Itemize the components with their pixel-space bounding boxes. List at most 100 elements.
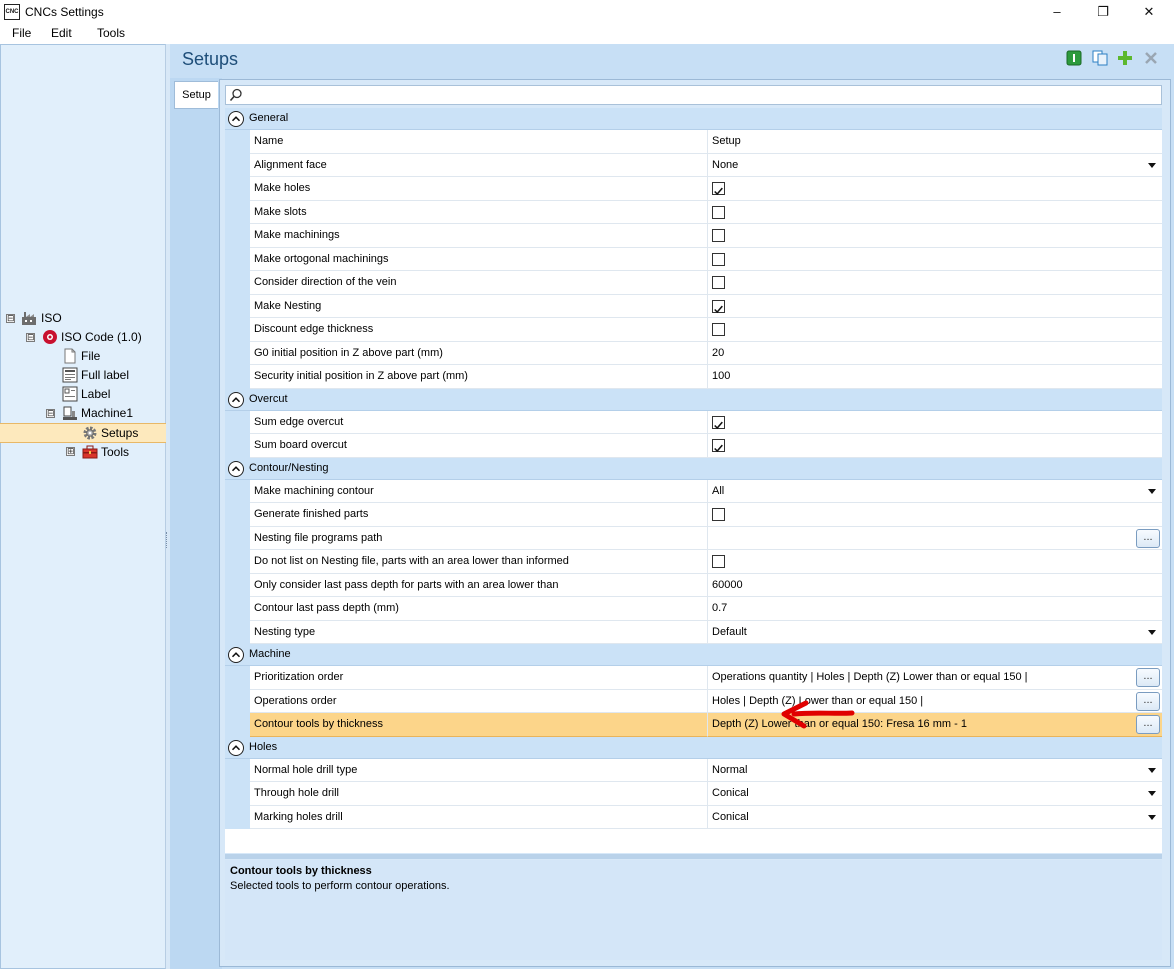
ellipsis-button[interactable]: ... (1136, 691, 1160, 711)
property-checkbox[interactable] (712, 555, 725, 568)
property-value-cell[interactable]: 60000 (708, 574, 1162, 597)
property-row[interactable]: Contour tools by thickness Depth (Z) Lowe… (225, 713, 1162, 737)
property-value-cell[interactable]: Conical (708, 782, 1162, 806)
property-checkbox[interactable] (712, 229, 725, 242)
property-value[interactable]: Operations quantity | Holes | Depth (Z) … (712, 671, 1028, 683)
property-row[interactable]: Make slots (225, 200, 1162, 224)
property-value-cell[interactable] (708, 295, 1162, 318)
property-value-cell[interactable] (708, 550, 1162, 574)
property-value[interactable]: Conical (712, 787, 749, 799)
minimize-button[interactable]: – (1034, 0, 1080, 24)
property-value-cell[interactable] (708, 434, 1162, 458)
property-value[interactable]: All (712, 485, 724, 497)
property-row[interactable]: Marking holes drill Conical (225, 805, 1162, 829)
property-value[interactable]: 0.7 (712, 602, 727, 614)
property-value-cell[interactable] (708, 201, 1162, 224)
property-row[interactable]: Operations order Holes | Depth (Z) Lower … (225, 689, 1162, 713)
dropdown-arrow-icon[interactable] (1148, 162, 1156, 168)
property-value-cell[interactable]: Default (708, 621, 1162, 644)
property-row[interactable]: Nesting file programs path... (225, 526, 1162, 550)
copy-icon[interactable] (1092, 50, 1108, 66)
property-checkbox[interactable] (712, 439, 725, 453)
menu-edit[interactable]: Edit (51, 26, 72, 40)
property-value-cell[interactable]: Holes | Depth (Z) Lower than or equal 15… (708, 690, 1162, 713)
property-value-cell[interactable] (708, 248, 1162, 271)
property-checkbox[interactable] (712, 299, 725, 313)
dropdown-arrow-icon[interactable] (1148, 488, 1156, 494)
search-input[interactable] (225, 85, 1162, 105)
property-value[interactable]: None (712, 159, 738, 171)
property-row[interactable]: Alignment face None (225, 153, 1162, 177)
menu-file[interactable]: File (12, 26, 31, 40)
collapse-category-icon[interactable] (228, 391, 244, 408)
tree-node-setups[interactable]: Setups (101, 424, 138, 443)
property-row[interactable]: Only consider last pass depth for parts … (225, 573, 1162, 597)
tab-setup[interactable]: Setup (174, 81, 218, 109)
ellipsis-button[interactable]: ... (1136, 528, 1160, 548)
property-value-cell[interactable] (708, 411, 1162, 434)
tree-node-iso-code[interactable]: ISO Code (1.0) (61, 328, 142, 347)
property-row[interactable]: Nesting type Default (225, 620, 1162, 644)
property-value-cell[interactable]: None (708, 154, 1162, 177)
dropdown-arrow-icon[interactable] (1148, 814, 1156, 820)
property-value-cell[interactable] (708, 271, 1162, 295)
property-value-cell[interactable]: 20 (708, 342, 1162, 365)
dropdown-arrow-icon[interactable] (1148, 791, 1156, 796)
property-checkbox[interactable] (712, 415, 725, 429)
add-icon[interactable] (1117, 50, 1133, 66)
tree-node-label[interactable]: Label (81, 385, 110, 404)
tree-node-file[interactable]: File (81, 347, 100, 366)
property-value[interactable]: 20 (712, 347, 724, 359)
property-value[interactable]: Setup (712, 135, 741, 147)
property-row[interactable]: Sum board overcut (225, 434, 1162, 458)
property-value-cell[interactable]: Setup (708, 130, 1162, 154)
property-row[interactable]: Do not list on Nesting file, parts with … (225, 550, 1162, 574)
property-value-cell[interactable] (708, 318, 1162, 342)
tree-expand-tools-icon[interactable]: ⊞ (66, 447, 75, 456)
collapse-category-icon[interactable] (228, 111, 244, 127)
ellipsis-button[interactable]: ... (1136, 715, 1160, 734)
property-row[interactable]: Make Nesting (225, 294, 1162, 318)
property-value-cell[interactable]: ... (708, 527, 1162, 550)
property-row[interactable]: Generate finished parts (225, 503, 1162, 527)
close-button[interactable]: ✕ (1126, 0, 1172, 24)
property-row[interactable]: Discount edge thickness (225, 318, 1162, 342)
property-checkbox[interactable] (712, 252, 725, 266)
property-value-cell[interactable]: Depth (Z) Lower than or equal 150: Fresa… (708, 713, 1162, 737)
property-row[interactable]: Normal hole drill type Normal (225, 758, 1162, 782)
property-row[interactable]: Name Setup (225, 130, 1162, 154)
property-value[interactable]: 60000 (712, 579, 743, 591)
property-value-cell[interactable]: Conical (708, 806, 1162, 829)
property-checkbox[interactable] (712, 182, 725, 196)
property-value-cell[interactable] (708, 177, 1162, 201)
property-checkbox[interactable] (712, 276, 725, 289)
property-row[interactable]: Make ortogonal machinings (225, 247, 1162, 271)
splitter-grip[interactable] (166, 532, 169, 548)
tree-collapse-machine-icon[interactable]: ⊟ (46, 409, 55, 418)
property-value[interactable]: Conical (712, 811, 749, 823)
description-splitter[interactable] (225, 854, 1162, 859)
property-value[interactable]: Normal (712, 764, 747, 776)
dropdown-arrow-icon[interactable] (1148, 767, 1156, 773)
property-value-cell[interactable]: 100 (708, 365, 1162, 389)
property-row[interactable]: Prioritization order Operations quantity … (225, 666, 1162, 690)
menu-tools[interactable]: Tools (97, 26, 125, 40)
property-value-cell[interactable] (708, 503, 1162, 527)
property-row[interactable]: G0 initial position in Z above part (mm)… (225, 341, 1162, 365)
property-value-cell[interactable]: 0.7 (708, 597, 1162, 621)
property-row[interactable]: Through hole drill Conical (225, 782, 1162, 806)
property-checkbox[interactable] (712, 205, 725, 219)
property-value-cell[interactable] (708, 224, 1162, 248)
restore-button[interactable]: ❐ (1080, 0, 1126, 24)
property-value[interactable]: 100 (712, 370, 730, 382)
ellipsis-button[interactable]: ... (1136, 668, 1160, 687)
tree-node-machine1[interactable]: Machine1 (81, 404, 133, 423)
property-row[interactable]: Consider direction of the vein (225, 271, 1162, 295)
property-checkbox[interactable] (712, 508, 725, 521)
collapse-category-icon[interactable] (228, 460, 244, 477)
property-checkbox[interactable] (712, 323, 725, 336)
tree-node-tools[interactable]: Tools (101, 443, 129, 462)
collapse-category-icon[interactable] (228, 647, 244, 663)
info-icon[interactable] (1066, 50, 1082, 66)
property-row[interactable]: Make holes (225, 177, 1162, 201)
